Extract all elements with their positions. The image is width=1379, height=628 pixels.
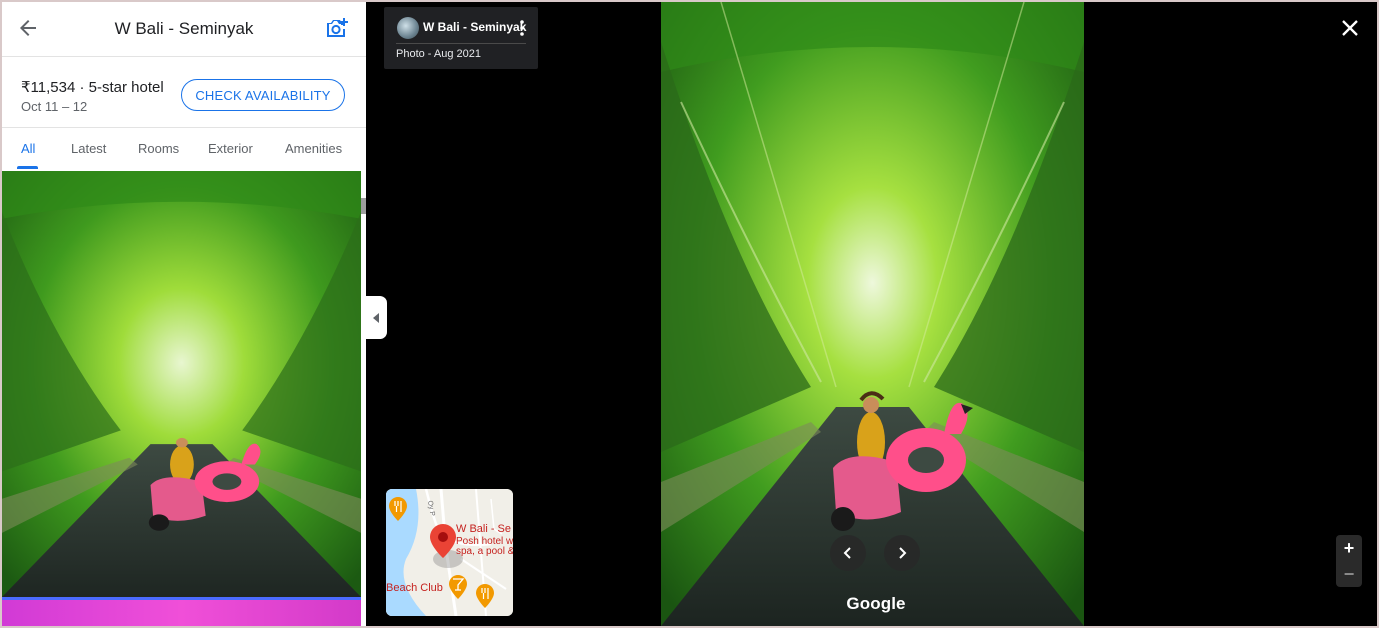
add-photo-icon[interactable]: [324, 15, 350, 41]
back-arrow-icon[interactable]: [16, 16, 40, 40]
photo-info-card: W Bali - Seminyak Photo - Aug 2021: [384, 7, 538, 69]
previous-photo-button[interactable]: [830, 535, 866, 571]
tab-amenities[interactable]: Amenities: [285, 141, 342, 156]
bar-pin-icon: [449, 575, 467, 599]
restaurant-pin-icon-2: [476, 584, 494, 608]
place-photos-panel: W Bali - Seminyak ₹11,534 · 5-star hotel…: [2, 2, 366, 626]
chevron-left-icon: [843, 547, 851, 559]
restaurant-pin-icon: [389, 497, 407, 521]
bamboo-tunnel-photo-large: [661, 2, 1084, 626]
active-tab-indicator: [17, 166, 38, 169]
chevron-right-icon: [899, 547, 907, 559]
caret-left-icon: [372, 312, 379, 323]
tab-exterior[interactable]: Exterior: [208, 141, 253, 156]
photo-thumbnail-next[interactable]: [2, 597, 361, 626]
map-poi-label: Beach Club: [386, 582, 443, 594]
map-place-desc-2: spa, a pool &: [456, 546, 513, 557]
card-divider: [396, 43, 526, 44]
bamboo-tunnel-photo: [2, 171, 361, 597]
photo-meta: Photo - Aug 2021: [396, 48, 482, 60]
app-window: W Bali - Seminyak ₹11,534 · 5-star hotel…: [2, 2, 1377, 626]
tab-latest[interactable]: Latest: [71, 141, 106, 156]
google-watermark: Google: [846, 594, 906, 613]
place-pin-icon: [430, 524, 456, 558]
map-place-name: W Bali - Se: [456, 523, 512, 535]
photo-category-tabs: All Latest Rooms Exterior Amenities: [2, 129, 366, 171]
close-icon[interactable]: [1340, 18, 1360, 38]
contributor-name[interactable]: W Bali - Seminyak: [423, 20, 526, 34]
main-photo[interactable]: [661, 2, 1084, 626]
more-options-icon[interactable]: [518, 19, 526, 37]
zoom-out-button[interactable]: −: [1336, 561, 1362, 587]
tab-all[interactable]: All: [21, 141, 35, 156]
panel-header: W Bali - Seminyak: [2, 2, 366, 57]
next-photo-button[interactable]: [884, 535, 920, 571]
price-section: ₹11,534 · 5-star hotel Oct 11 – 12 CHECK…: [2, 58, 366, 128]
photo-viewer: W Bali - Seminyak Photo - Aug 2021 Oy P: [366, 2, 1377, 626]
price-and-class: ₹11,534 · 5-star hotel: [21, 79, 164, 96]
contributor-avatar[interactable]: [397, 17, 419, 39]
tab-rooms[interactable]: Rooms: [138, 141, 179, 156]
check-availability-button[interactable]: CHECK AVAILABILITY: [181, 79, 345, 111]
stay-dates: Oct 11 – 12: [21, 99, 88, 114]
zoom-control: + −: [1336, 535, 1362, 587]
photo-thumbnail-selected[interactable]: [2, 171, 361, 597]
zoom-in-button[interactable]: +: [1336, 535, 1362, 561]
page-title: W Bali - Seminyak: [114, 19, 254, 38]
mini-map[interactable]: Oy P W Bali - Se Posh hotel w spa, a poo…: [386, 489, 513, 616]
collapse-panel-button[interactable]: [366, 296, 387, 339]
